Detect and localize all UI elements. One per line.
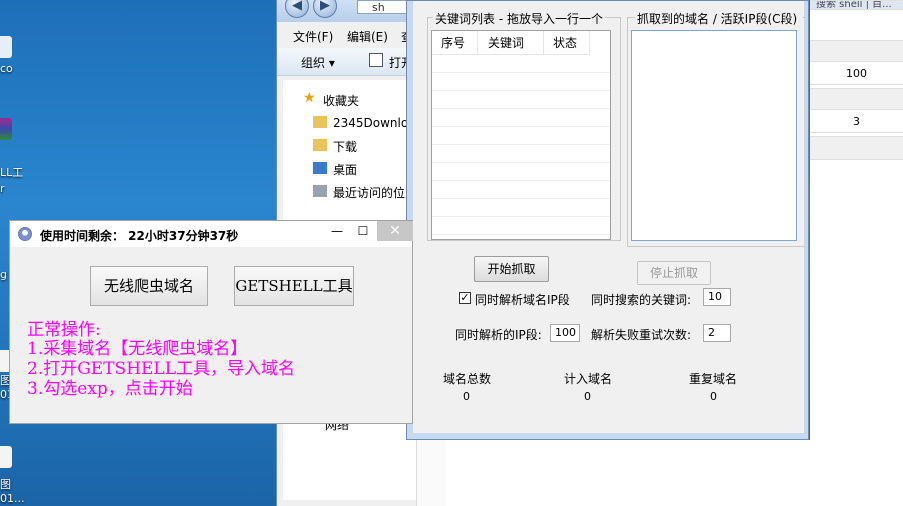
concurrent-ip-label: 同时解析的IP段: (455, 328, 542, 342)
domain-result-list[interactable] (631, 30, 797, 241)
desktop-icon-label: LL工 (0, 166, 24, 179)
keyword-group-label: 关键词列表 - 拖放导入一行一个 (433, 10, 605, 27)
winrar-icon[interactable] (0, 118, 12, 140)
remaining-time-title: 使用时间剩余： 22小时37分钟37秒 (40, 229, 239, 243)
open-icon (369, 53, 383, 67)
nav-item-recent[interactable]: 最近访问的位置 (333, 184, 415, 201)
retry-label: 解析失败重试次数: (591, 328, 692, 342)
grabber-client-area: 关键词列表 - 拖放导入一行一个 序号 关键词 状态 抓取到的域名 / 活跃IP… (413, 1, 805, 433)
concurrent-keywords-label: 同时搜索的关键词: (591, 293, 692, 307)
setting-value: 3 (810, 111, 903, 133)
desktop-app-icon[interactable] (0, 36, 12, 58)
duplicate-domains-label: 重复域名 (689, 372, 738, 386)
forward-arrow-icon[interactable]: ▶ (313, 0, 337, 18)
duplicate-domains-value: 0 (710, 390, 717, 403)
concurrent-keywords-input[interactable]: 10 (703, 288, 731, 306)
retry-input[interactable]: 2 (703, 324, 731, 342)
domain-grabber-window: 关键词列表 - 拖放导入一行一个 序号 关键词 状态 抓取到的域名 / 活跃IP… (406, 0, 809, 440)
desktop-icon (313, 162, 327, 174)
domain-group-label: 抓取到的域名 / 活跃IP段(C段) (635, 10, 803, 27)
concurrent-ip-input[interactable]: 100 (550, 324, 580, 342)
timer-window: 使用时间剩余： 22小时37分钟37秒 — ☐ ✕ 无线爬虫域名 GETSHEL… (9, 220, 413, 424)
panel-row (810, 40, 903, 62)
menu-edit[interactable]: 编辑(E) (347, 28, 388, 45)
maximize-icon[interactable]: ☐ (352, 224, 374, 238)
image-file-icon[interactable] (0, 446, 12, 468)
setting-value: 100 (810, 63, 903, 85)
keyword-list-header: 序号 关键词 状态 (432, 31, 590, 55)
instruction-step-3: 3.勾选exp，点击开始 (27, 379, 193, 399)
resolve-ip-checkbox[interactable]: ✓ (459, 292, 471, 304)
close-icon[interactable]: ✕ (377, 221, 413, 241)
getshell-tool-button[interactable]: GETSHELL工具 (234, 266, 354, 306)
column-keyword[interactable]: 关键词 (478, 31, 544, 54)
timer-titlebar: 使用时间剩余： 22小时37分钟37秒 — ☐ ✕ (10, 221, 413, 247)
back-arrow-icon[interactable]: ◀ (285, 0, 309, 18)
app-logo-icon (18, 227, 32, 241)
wireless-crawler-button[interactable]: 无线爬虫域名 (90, 266, 208, 306)
menu-file[interactable]: 文件(F) (293, 28, 333, 45)
desktop-icon-label: co (0, 62, 13, 75)
search-box[interactable]: 搜索 shell | 目... (810, 0, 903, 10)
folder-icon (313, 139, 327, 151)
desktop-icon-label: 图 (0, 478, 11, 491)
desktop-icon-label: 01... (0, 492, 25, 505)
folder-icon (313, 116, 327, 128)
total-domains-value: 0 (463, 390, 470, 403)
background-settings-panel: 搜索 shell | 目... 100 3 (810, 0, 903, 506)
minimize-icon[interactable]: — (326, 224, 348, 238)
keyword-list-rows (432, 55, 610, 239)
start-grab-button[interactable]: 开始抓取 (474, 256, 549, 282)
star-icon: ★ (303, 90, 316, 106)
background-list-area (446, 440, 903, 506)
stop-grab-button[interactable]: 停止抓取 (637, 261, 711, 285)
panel-row (810, 88, 903, 110)
total-domains-label: 域名总数 (443, 372, 492, 386)
counted-domains-value: 0 (584, 390, 591, 403)
desktop-icon-label: r (0, 182, 5, 195)
panel-row (810, 136, 903, 160)
desktop-icon-label: g (0, 268, 7, 281)
resolve-ip-label: 同时解析域名IP段 (475, 293, 570, 307)
column-index[interactable]: 序号 (432, 31, 478, 54)
organize-button[interactable]: 组织 ▾ (301, 54, 335, 71)
keyword-list[interactable]: 序号 关键词 状态 (431, 30, 611, 240)
column-status[interactable]: 状态 (544, 31, 590, 54)
nav-item-downloads-2345[interactable]: 2345Downloads (333, 116, 415, 130)
counted-domains-label: 计入域名 (564, 372, 613, 386)
recent-places-icon (313, 185, 327, 197)
